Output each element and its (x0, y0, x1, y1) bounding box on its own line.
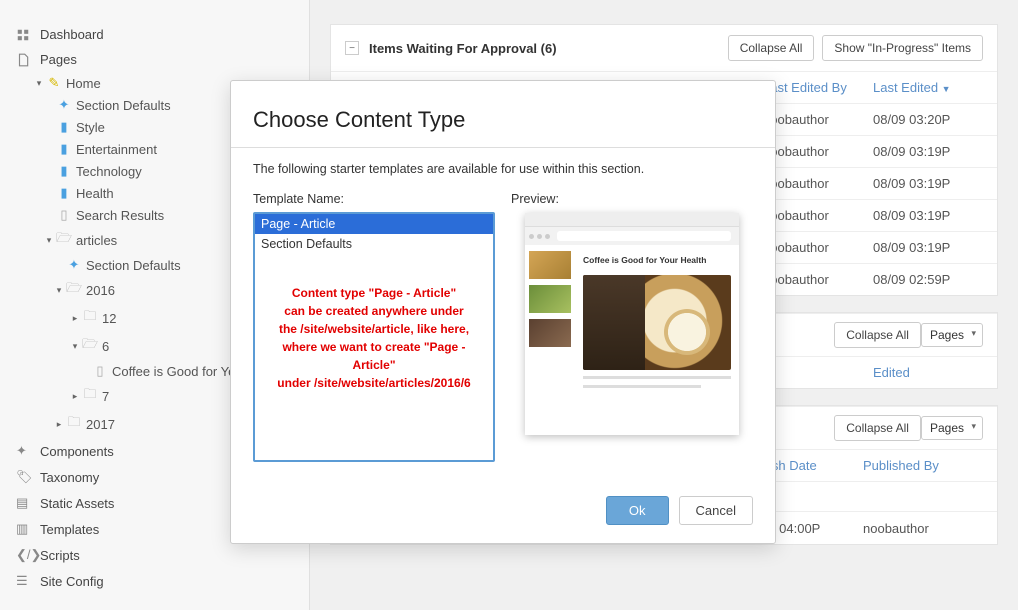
preview-label: Preview: (511, 192, 753, 206)
modal-title: Choose Content Type (253, 107, 753, 133)
template-item-section-defaults[interactable]: Section Defaults (255, 234, 493, 254)
modal-description: The following starter templates are avai… (253, 162, 753, 176)
choose-content-type-modal: Choose Content Type The following starte… (230, 80, 776, 544)
preview-thumbnail: Coffee is Good for Your Health (525, 213, 739, 435)
preview-article-title: Coffee is Good for Your Health (583, 255, 731, 265)
template-name-label: Template Name: (253, 192, 495, 206)
preview-hero-image (583, 275, 731, 370)
ok-button[interactable]: Ok (606, 496, 669, 525)
preview-box: Coffee is Good for Your Health (511, 212, 753, 462)
cancel-button[interactable]: Cancel (679, 496, 753, 525)
annotation-note: Content type "Page - Article" can be cre… (255, 284, 493, 392)
template-item-page-article[interactable]: Page - Article (255, 214, 493, 234)
template-list[interactable]: Page - Article Section Defaults Content … (253, 212, 495, 462)
